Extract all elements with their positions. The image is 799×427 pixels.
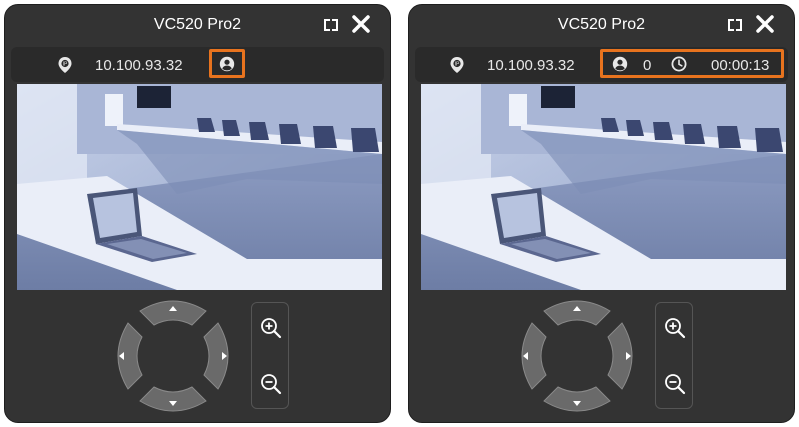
close-icon[interactable] <box>350 13 372 35</box>
clock-icon <box>671 56 687 72</box>
pan-up-button[interactable] <box>139 300 207 326</box>
ip-location-icon: IP <box>450 57 464 73</box>
pan-down-button[interactable] <box>139 386 207 412</box>
fullscreen-icon[interactable] <box>728 19 742 31</box>
ip-address: 10.100.93.32 <box>95 57 183 74</box>
viewer-count: 0 <box>643 57 652 74</box>
svg-text:IP: IP <box>63 62 68 68</box>
user-icon[interactable] <box>612 56 628 72</box>
pan-down-button[interactable] <box>543 386 611 412</box>
ip-address: 10.100.93.32 <box>487 57 575 74</box>
elapsed-time: 00:00:13 <box>711 57 770 74</box>
video-feed <box>17 84 382 290</box>
pan-up-button[interactable] <box>543 300 611 326</box>
zoom-in-icon[interactable] <box>664 317 686 339</box>
close-icon[interactable] <box>754 13 776 35</box>
info-bar: IP 10.100.93.32 <box>11 47 384 82</box>
zoom-out-icon[interactable] <box>260 373 282 395</box>
title-bar: VC520 Pro2 <box>409 5 794 45</box>
camera-panel-right: VC520 Pro2 IP 10.100.93.32 0 00:00:13 <box>408 4 795 423</box>
user-icon[interactable] <box>219 56 235 72</box>
session-stats-highlight: 0 00:00:13 <box>600 49 784 78</box>
ptz-direction-pad <box>521 300 633 412</box>
zoom-controls <box>251 302 289 409</box>
camera-panel-left: VC520 Pro2 IP 10.100.93.32 <box>4 4 391 423</box>
zoom-out-icon[interactable] <box>664 373 686 395</box>
title-bar: VC520 Pro2 <box>5 5 390 45</box>
ptz-direction-pad <box>117 300 229 412</box>
zoom-in-icon[interactable] <box>260 317 282 339</box>
info-bar: IP 10.100.93.32 0 00:00:13 <box>415 47 788 82</box>
fullscreen-icon[interactable] <box>324 19 338 31</box>
ip-location-icon: IP <box>58 57 72 73</box>
user-toggle-highlight[interactable] <box>209 49 245 78</box>
svg-text:IP: IP <box>455 62 460 68</box>
zoom-controls <box>655 302 693 409</box>
video-feed <box>421 84 786 290</box>
